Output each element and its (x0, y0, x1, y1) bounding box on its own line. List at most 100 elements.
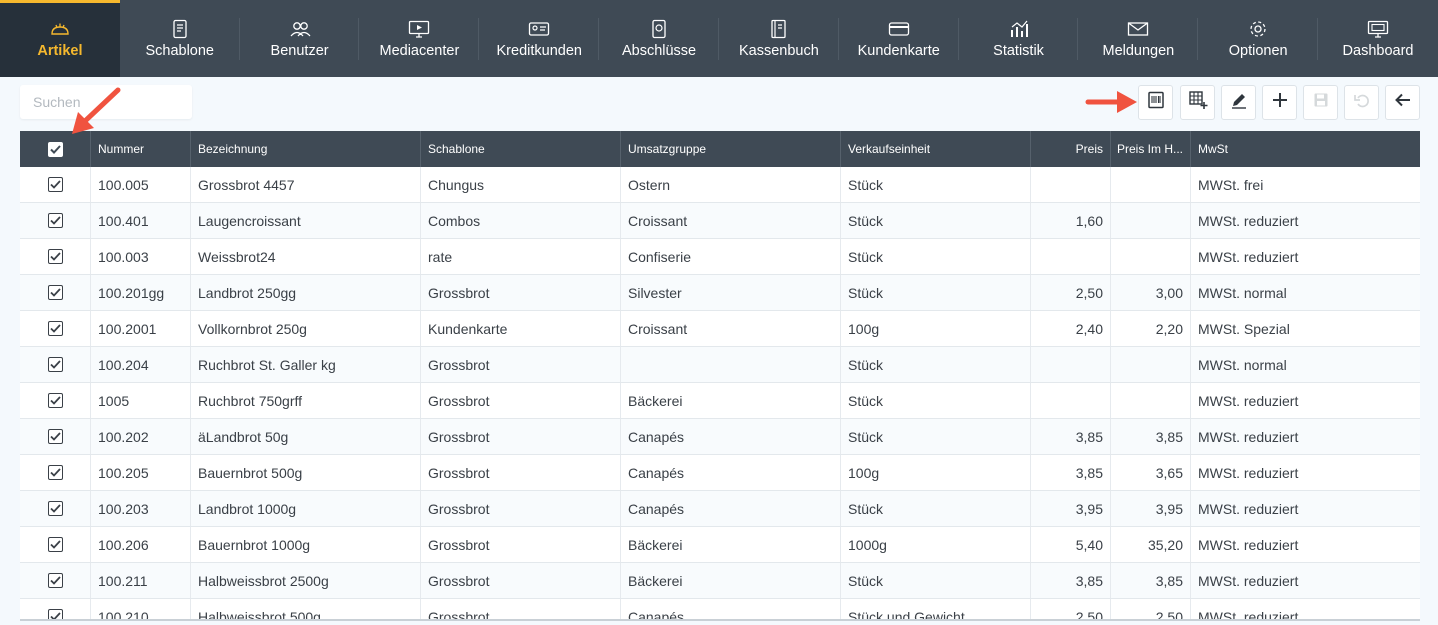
nav-item-dashboard[interactable]: Dashboard (1318, 0, 1438, 77)
nav-item-label: Schablone (145, 42, 214, 59)
cell-preis: 2,40 (1030, 311, 1110, 346)
cell-preis: 1,60 (1030, 203, 1110, 238)
search-input[interactable] (20, 85, 192, 119)
column-header-verkaufseinheit[interactable]: Verkaufseinheit (840, 131, 1030, 167)
row-checkbox[interactable] (47, 321, 63, 336)
row-select-cell (20, 455, 90, 490)
row-select-cell (20, 599, 90, 621)
cell-schablone: Grossbrot (420, 491, 620, 526)
cell-bezeichnung: Bauernbrot 500g (190, 455, 420, 490)
row-checkbox[interactable] (47, 285, 63, 300)
row-checkbox[interactable] (47, 249, 63, 264)
table-row[interactable]: 100.211 Halbweissbrot 2500g Grossbrot Bäcke… (20, 563, 1420, 599)
column-header-mwst[interactable]: MwSt (1190, 131, 1420, 167)
nav-item-label: Abschlüsse (621, 42, 697, 59)
row-checkbox[interactable] (47, 393, 63, 408)
back-button[interactable] (1385, 85, 1420, 120)
select-all-checkbox[interactable] (47, 141, 63, 157)
cell-verkaufseinheit: Stück (840, 383, 1030, 418)
undo-button[interactable] (1344, 85, 1379, 120)
nav-item-kreditkunden[interactable]: Kreditkunden (479, 0, 599, 77)
table-row[interactable]: 100.003 Weissbrot24 rate Confiserie Stück MWS… (20, 239, 1420, 275)
cell-preis-im-haus: 3,85 (1110, 419, 1190, 454)
nav-item-statistik[interactable]: Statistik (959, 0, 1079, 77)
nav-item-kassenbuch[interactable]: Kassenbuch (719, 0, 839, 77)
table-row[interactable]: 100.204 Ruchbrot St. Galler kg Grossbrot St… (20, 347, 1420, 383)
table-row[interactable]: 100.401 Laugencroissant Combos Croissant Stü… (20, 203, 1420, 239)
cell-mwst: MWSt. reduziert (1190, 455, 1420, 490)
cell-nummer: 100.210 (90, 599, 190, 621)
cell-nummer: 100.206 (90, 527, 190, 562)
nav-item-benutzer[interactable]: Benutzer (240, 0, 360, 77)
row-checkbox[interactable] (47, 357, 63, 372)
table-body: 100.005 Grossbrot 4457 Chungus Ostern Stück M… (20, 167, 1420, 621)
cell-bezeichnung: Grossbrot 4457 (190, 167, 420, 202)
cell-preis: 5,40 (1030, 527, 1110, 562)
row-checkbox[interactable] (47, 537, 63, 552)
row-checkbox[interactable] (47, 213, 63, 228)
column-header-preis-im-haus[interactable]: Preis Im H... (1110, 131, 1190, 167)
row-checkbox[interactable] (47, 573, 63, 588)
column-header-bezeichnung[interactable]: Bezeichnung (190, 131, 420, 167)
cell-preis-im-haus: 2,50 (1110, 599, 1190, 621)
column-header-umsatzgruppe[interactable]: Umsatzgruppe (620, 131, 840, 167)
cell-umsatzgruppe: Silvester (620, 275, 840, 310)
arrow-left-icon (1394, 91, 1412, 114)
row-checkbox[interactable] (47, 177, 63, 192)
table-header: Nummer Bezeichnung Schablone Umsatzgrupp… (20, 131, 1420, 167)
nav-item-meldungen[interactable]: Meldungen (1078, 0, 1199, 77)
row-select-cell (20, 239, 90, 274)
row-checkbox[interactable] (47, 429, 63, 444)
cell-preis-im-haus: 3,00 (1110, 275, 1190, 310)
cell-verkaufseinheit: 1000g (840, 527, 1030, 562)
cell-bezeichnung: Ruchbrot 750grff (190, 383, 420, 418)
table-row[interactable]: 100.210 Halbweissbrot 500g Grossbrot Canapé… (20, 599, 1420, 621)
main-navigation: Artikel Schablone Benutzer Mediacenter K… (0, 0, 1438, 77)
cell-preis: 3,85 (1030, 455, 1110, 490)
edit-button[interactable] (1221, 85, 1256, 120)
cell-verkaufseinheit: Stück (840, 563, 1030, 598)
cell-bezeichnung: Bauernbrot 1000g (190, 527, 420, 562)
nav-item-mediacenter[interactable]: Mediacenter (359, 0, 480, 77)
table-row[interactable]: 100.005 Grossbrot 4457 Chungus Ostern Stück M… (20, 167, 1420, 203)
cell-mwst: MWSt. reduziert (1190, 419, 1420, 454)
select-all-cell (20, 131, 90, 167)
row-checkbox[interactable] (47, 465, 63, 480)
bread-icon (49, 19, 71, 39)
column-header-nummer[interactable]: Nummer (90, 131, 190, 167)
cell-schablone: Grossbrot (420, 275, 620, 310)
save-button[interactable] (1303, 85, 1338, 120)
nav-item-abschluesse[interactable]: Abschlüsse (599, 0, 719, 77)
cell-preis-im-haus: 3,95 (1110, 491, 1190, 526)
cell-umsatzgruppe: Canapés (620, 419, 840, 454)
table-row[interactable]: 1005 Ruchbrot 750grff Grossbrot Bäckerei Stü… (20, 383, 1420, 419)
nav-item-kundenkarte[interactable]: Kundenkarte (839, 0, 959, 77)
cell-preis: 2,50 (1030, 599, 1110, 621)
horizontal-scrollbar[interactable] (20, 619, 1420, 621)
table-row[interactable]: 100.2001 Vollkornbrot 250g Kundenkarte Croi… (20, 311, 1420, 347)
cell-verkaufseinheit: Stück (840, 347, 1030, 382)
template-icon (169, 19, 191, 39)
row-checkbox[interactable] (47, 501, 63, 516)
cell-umsatzgruppe: Canapés (620, 491, 840, 526)
cell-verkaufseinheit: Stück (840, 275, 1030, 310)
table-row[interactable]: 100.206 Bauernbrot 1000g Grossbrot Bäckerei… (20, 527, 1420, 563)
column-header-preis[interactable]: Preis (1030, 131, 1110, 167)
cell-verkaufseinheit: Stück (840, 239, 1030, 274)
nav-item-optionen[interactable]: Optionen (1198, 0, 1318, 77)
column-header-schablone[interactable]: Schablone (420, 131, 620, 167)
grid-add-button[interactable] (1180, 85, 1215, 120)
table-row[interactable]: 100.201gg Landbrot 250gg Grossbrot Silveste… (20, 275, 1420, 311)
barcode-print-button[interactable] (1138, 85, 1173, 120)
table-row[interactable]: 100.203 Landbrot 1000g Grossbrot Canapés Stü… (20, 491, 1420, 527)
table-row[interactable]: 100.202 äLandbrot 50g Grossbrot Canapés Stüc… (20, 419, 1420, 455)
add-button[interactable] (1262, 85, 1297, 120)
cell-verkaufseinheit: Stück (840, 491, 1030, 526)
cell-preis-im-haus (1110, 347, 1190, 382)
cell-nummer: 100.005 (90, 167, 190, 202)
nav-item-artikel[interactable]: Artikel (0, 0, 120, 77)
nav-item-schablone[interactable]: Schablone (120, 0, 240, 77)
cell-preis (1030, 239, 1110, 274)
table-row[interactable]: 100.205 Bauernbrot 500g Grossbrot Canapés 10… (20, 455, 1420, 491)
nav-item-label: Benutzer (270, 42, 329, 59)
